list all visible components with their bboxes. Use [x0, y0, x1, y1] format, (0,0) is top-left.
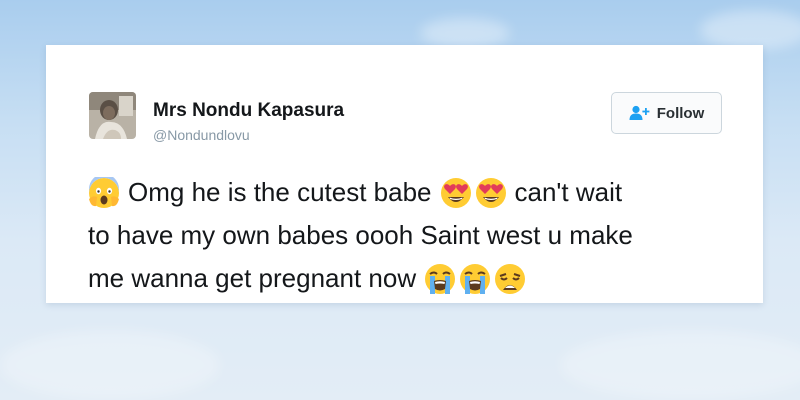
weary-face-icon — [495, 263, 526, 294]
background-cloud — [420, 18, 510, 48]
tweet-text-line3: me wanna get pregnant now — [88, 263, 417, 293]
face-screaming-in-fear-icon — [89, 176, 119, 208]
loudly-crying-face-icon — [460, 263, 491, 294]
tweet-text: Omg he is the cutest babe can't wait to … — [88, 171, 738, 300]
add-user-icon — [629, 105, 651, 121]
tweet-card: Mrs Nondu Kapasura @Nondundlovu Follow O… — [46, 45, 763, 303]
loudly-crying-face-icon — [425, 263, 456, 294]
tweet-line: me wanna get pregnant now — [88, 257, 738, 300]
avatar[interactable] — [89, 92, 136, 139]
tweet-line: Omg he is the cutest babe can't wait — [88, 171, 738, 214]
heart-eyes-icon — [440, 177, 471, 208]
tweet-text-line2: to have my own babes oooh Saint west u m… — [88, 220, 633, 250]
background-cloud — [700, 10, 800, 50]
follow-label: Follow — [656, 104, 705, 122]
follow-button[interactable]: Follow — [611, 92, 722, 134]
background-cloud — [560, 330, 800, 400]
background-cloud — [0, 330, 220, 400]
tweet-text-line1a: Omg he is the cutest babe — [128, 177, 432, 207]
tweet-line: to have my own babes oooh Saint west u m… — [88, 214, 738, 257]
heart-eyes-icon — [475, 177, 506, 208]
tweet-text-line1b: can't wait — [514, 177, 623, 207]
author-handle[interactable]: @Nondundlovu — [153, 127, 250, 143]
author-name[interactable]: Mrs Nondu Kapasura — [153, 100, 344, 122]
